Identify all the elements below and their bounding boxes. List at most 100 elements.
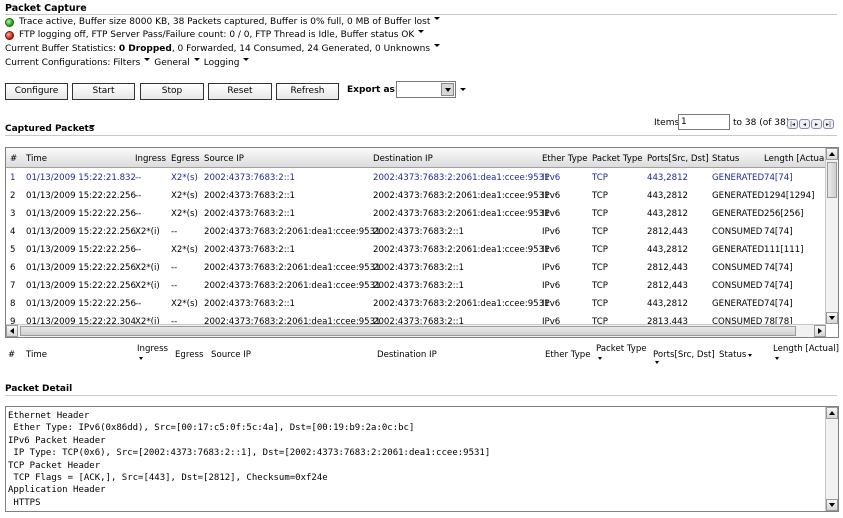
chevron-down-icon <box>444 87 451 92</box>
col-status[interactable]: Status <box>712 154 739 164</box>
general-menu[interactable] <box>193 57 200 61</box>
table-row[interactable]: 1 01/13/2009 15:22:21.832 -- X2*(s) 2002:437… <box>6 170 826 188</box>
detail-line: Ether Type: IPv6(0x86dd), Src=[00:17:c5:… <box>8 423 415 434</box>
col-ether-type[interactable]: Ether Type <box>542 154 588 164</box>
last-page-button[interactable]: ▸| <box>823 119 834 129</box>
cell-ingress: -- <box>135 209 142 219</box>
footer-col-ports[interactable]: Ports[Src, Dst] <box>653 350 715 364</box>
cell-time: 01/13/2009 15:22:22.256 <box>26 245 136 255</box>
ports-sort-icon[interactable] <box>655 361 659 364</box>
cell-destination-ip: 2002:4373:7683:2:2061:dea1:ccee:9531 <box>373 191 550 201</box>
page-title: Packet Capture <box>5 3 87 14</box>
table-row[interactable]: 4 01/13/2009 15:22:22.256 X2*(i) -- 2002:437… <box>6 224 826 242</box>
packet-detail-panel[interactable]: Ethernet Header Ether Type: IPv6(0x86dd)… <box>5 406 839 512</box>
detail-line: IPv6 Packet Header <box>8 435 106 446</box>
packet-type-sort-icon[interactable] <box>598 357 602 360</box>
cell-ports: 2812,443 <box>647 227 689 237</box>
col-source-ip[interactable]: Source IP <box>204 154 244 164</box>
cell-time: 01/13/2009 15:22:22.256 <box>26 227 136 237</box>
config-logging-link[interactable]: Logging <box>204 58 240 68</box>
cell-egress: X2*(s) <box>171 173 198 183</box>
items-start-input[interactable] <box>678 114 730 130</box>
footer-col-egress[interactable]: Egress <box>175 350 203 360</box>
cell-index: 6 <box>10 263 16 273</box>
footer-col-time[interactable]: Time <box>26 350 47 360</box>
ftp-status-menu[interactable] <box>418 29 425 33</box>
footer-col-packet-type[interactable]: Packet Type <box>596 344 647 360</box>
cell-destination-ip: 2002:4373:7683:2:2061:dea1:ccee:9531 <box>373 245 550 255</box>
export-menu[interactable] <box>460 88 466 91</box>
cell-packet-type: TCP <box>592 209 608 219</box>
configure-button[interactable]: Configure <box>5 83 68 100</box>
reset-button[interactable]: Reset <box>208 83 272 100</box>
table-row[interactable]: 2 01/13/2009 15:22:22.256 -- X2*(s) 2002:437… <box>6 188 826 206</box>
cell-packet-type: TCP <box>592 173 608 183</box>
col-egress[interactable]: Egress <box>171 154 199 164</box>
table-horizontal-scrollbar[interactable] <box>6 324 826 337</box>
col-packet-type[interactable]: Packet Type <box>592 154 643 164</box>
buffer-statistics-menu[interactable] <box>434 43 441 47</box>
cell-ether-type: IPv6 <box>542 173 561 183</box>
config-filters-link[interactable]: Current Configurations: Filters <box>5 58 140 68</box>
scroll-down-button[interactable] <box>826 312 838 324</box>
table-row[interactable]: 3 01/13/2009 15:22:22.256 -- X2*(s) 2002:437… <box>6 206 826 224</box>
horizontal-scroll-thumb[interactable] <box>20 326 796 336</box>
title-divider <box>5 14 837 15</box>
cell-time: 01/13/2009 15:22:22.256 <box>26 209 136 219</box>
detail-vertical-scrollbar[interactable] <box>825 407 838 511</box>
detail-scroll-down-button[interactable] <box>826 499 838 511</box>
col-length[interactable]: Length [Actual] <box>764 154 830 164</box>
status-on-icon <box>5 17 14 27</box>
stop-button[interactable]: Stop <box>140 83 204 100</box>
config-general-link[interactable]: General <box>154 58 189 68</box>
detail-scroll-up-button[interactable] <box>826 407 838 419</box>
footer-col-ether-type[interactable]: Ether Type <box>545 350 591 360</box>
col-index[interactable]: # <box>10 154 17 164</box>
cell-ether-type: IPv6 <box>542 191 561 201</box>
cell-status: GENERATED <box>712 191 765 201</box>
first-page-button[interactable]: |◂ <box>787 119 798 129</box>
cell-length: 74[74] <box>764 173 793 183</box>
vertical-scroll-thumb[interactable] <box>827 162 837 198</box>
cell-ether-type: IPv6 <box>542 227 561 237</box>
arrow-up-icon <box>829 152 835 156</box>
export-select[interactable] <box>396 81 456 98</box>
trace-status-menu[interactable] <box>434 16 441 20</box>
col-ingress[interactable]: Ingress <box>135 154 166 164</box>
next-page-button[interactable]: ▸ <box>811 119 822 129</box>
footer-col-source-ip[interactable]: Source IP <box>211 350 251 360</box>
col-ports[interactable]: Ports[Src, Dst] <box>647 154 709 164</box>
table-row[interactable]: 5 01/13/2009 15:22:22.256 -- X2*(s) 2002:437… <box>6 242 826 260</box>
scroll-up-button[interactable] <box>826 148 838 160</box>
col-destination-ip[interactable]: Destination IP <box>373 154 433 164</box>
ingress-sort-icon[interactable] <box>139 357 143 360</box>
start-button[interactable]: Start <box>72 83 135 100</box>
length-sort-icon[interactable] <box>775 357 779 360</box>
status-sort-icon[interactable] <box>748 354 753 357</box>
prev-page-button[interactable]: ◂ <box>799 119 810 129</box>
arrow-up-icon <box>829 411 835 415</box>
buffer-statistics-label: Current Buffer Statistics: <box>5 44 117 54</box>
table-vertical-scrollbar[interactable] <box>825 148 838 324</box>
cell-source-ip: 2002:4373:7683:2:2061:dea1:ccee:9531 <box>204 281 381 291</box>
scroll-left-button[interactable] <box>6 325 18 337</box>
cell-egress: -- <box>171 263 178 273</box>
logging-menu[interactable] <box>243 57 250 61</box>
table-row[interactable]: 8 01/13/2009 15:22:22.256 -- X2*(s) 2002:437… <box>6 296 826 314</box>
scroll-right-button[interactable] <box>814 325 826 337</box>
footer-col-destination-ip[interactable]: Destination IP <box>377 350 437 360</box>
export-dropdown-button[interactable] <box>441 83 454 96</box>
cell-ingress: X2*(i) <box>135 227 160 237</box>
footer-col-status[interactable]: Status <box>719 350 753 360</box>
table-row[interactable]: 7 01/13/2009 15:22:22.256 X2*(i) -- 2002:437… <box>6 278 826 296</box>
footer-col-index[interactable]: # <box>8 350 15 360</box>
filters-menu[interactable] <box>144 57 151 61</box>
cell-egress: -- <box>171 281 178 291</box>
table-row[interactable]: 6 01/13/2009 15:22:22.256 X2*(i) -- 2002:437… <box>6 260 826 278</box>
footer-col-ingress[interactable]: Ingress <box>137 344 168 360</box>
refresh-button[interactable]: Refresh <box>276 83 339 100</box>
col-time[interactable]: Time <box>26 154 47 164</box>
cell-destination-ip: 2002:4373:7683:2::1 <box>373 227 465 237</box>
footer-col-length[interactable]: Length [Actual] <box>773 344 839 360</box>
captured-packets-menu[interactable] <box>89 125 95 128</box>
